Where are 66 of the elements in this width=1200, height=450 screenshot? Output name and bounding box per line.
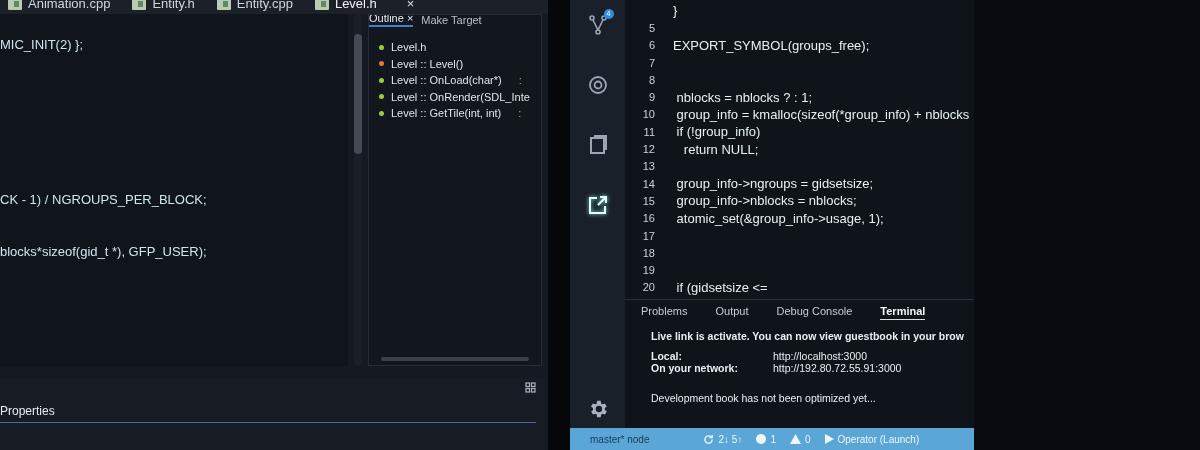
outline-item[interactable]: Level :: Level() [391,57,464,70]
code-line: if (!group_info) [675,124,761,140]
terminal-label: Local: [651,350,683,362]
file-icon [216,0,231,10]
code-line: } [673,3,678,19]
panel-tab[interactable]: Problems [641,304,688,320]
url-link[interactable]: http://localhost:3000 [773,350,867,362]
line-number: 10 [641,108,655,121]
copy-icon [588,135,607,155]
line-number: 5 [647,21,655,34]
panel-tab[interactable]: Outline × [369,15,414,27]
code-line: group_info->nblocks = nblocks; [675,193,857,209]
line-number: 9 [647,91,655,104]
line-number: 11 [642,125,655,138]
url-link[interactable]: http://192.80.72.55.91:3000 [773,362,902,374]
outline-item[interactable]: Level :: OnRender(SDL_Inte [391,90,530,103]
code-line: EXPORT_SYMBOL(groups_free); [673,37,870,53]
code-line: group_info->ngroups = gidsetsize; [675,176,874,192]
line-number: 17 [641,229,655,242]
code-line: return NULL; [682,141,759,157]
line-number: 12 [641,143,655,155]
outline-item[interactable]: Level :: OnLoad(char*) [391,74,502,87]
error-icon [756,434,767,444]
code-line: MIC_INIT(2) }; [0,36,85,54]
type-separator: : [518,74,522,87]
line-number: 18 [641,246,655,259]
line-number: 8 [647,73,655,86]
line-number: 6 [647,39,655,52]
line-number: 15 [641,194,655,207]
terminal-message: Live link is activate. You can now view guestbook in your brow [651,330,965,342]
panel-title: Properties [0,396,536,423]
file-icon [132,0,147,10]
scrollbar-thumb[interactable] [381,357,529,361]
file-icon [314,0,329,10]
panel-tab[interactable]: Output [715,304,749,320]
line-number: 14 [641,177,655,190]
line-number: 16 [641,212,655,225]
code-line: group_info = kmalloc(sizeof(*group_info) + nblocks [675,106,970,122]
outline-item[interactable]: Level.h [391,41,427,54]
branch-icon [587,14,608,36]
play-icon [824,434,834,444]
sync-icon [703,433,715,445]
terminal-label: On your network: [651,362,739,374]
panel-tab[interactable]: Terminal [880,304,926,320]
external-link-icon [587,195,608,215]
scrollbar-thumb[interactable] [354,34,362,154]
grid-icon[interactable] [525,382,536,393]
line-number: 20 [641,281,655,294]
line-number: 13 [641,160,655,173]
code-line: blocks*sizeof(gid_t *), GFP_USER); [0,243,208,261]
type-separator: : [518,107,522,120]
panel-tab[interactable]: Make Target [421,15,482,27]
code-line: CK - 1) / NGROUPS_PER_BLOCK; [0,191,208,209]
code-line: atomic_set(&group_info->usage, 1); [675,210,884,226]
code-line: nblocks = nblocks ? : 1; [675,89,813,105]
terminal-message: Development book has not been optimized yet... [651,392,877,404]
line-number: 19 [641,264,655,277]
panel-tab[interactable]: Debug Console [776,304,853,320]
warning-icon [789,434,801,444]
target-icon [587,75,608,95]
file-icon [8,0,22,10]
line-number: 7 [647,56,655,69]
branch-name[interactable]: master* node [590,433,650,445]
outline-item[interactable]: Level :: GetTile(int, int) [391,107,502,120]
code-line: if (gidsetsize <= [675,279,768,295]
close-button[interactable]: × [406,0,415,12]
